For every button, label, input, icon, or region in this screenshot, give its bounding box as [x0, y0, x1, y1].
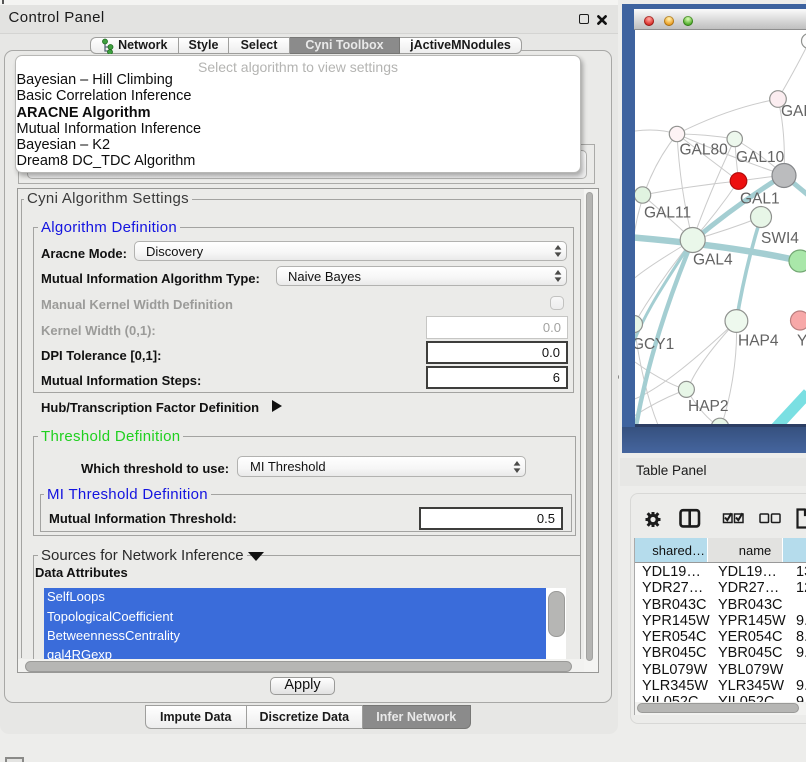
- svg-text:GAL4: GAL4: [693, 252, 733, 269]
- svg-text:GAL2: GAL2: [781, 103, 806, 120]
- svg-text:SWI4: SWI4: [761, 230, 799, 247]
- svg-text:GAL1: GAL1: [740, 191, 780, 208]
- svg-text:GCY1: GCY1: [635, 336, 674, 353]
- svg-text:GAL10: GAL10: [736, 149, 785, 166]
- svg-text:Y: Y: [797, 333, 806, 350]
- svg-text:HAP2: HAP2: [688, 398, 729, 415]
- svg-text:HAP4: HAP4: [738, 333, 779, 350]
- svg-text:GAL11: GAL11: [644, 205, 691, 222]
- svg-text:GAL80: GAL80: [680, 142, 729, 159]
